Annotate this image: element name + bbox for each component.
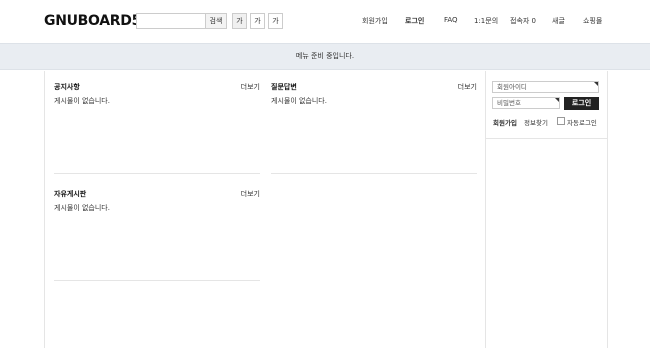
font-small-button[interactable]: 가 (232, 13, 247, 29)
member-id-placeholder: 회원아이디 (497, 83, 527, 91)
board-empty-message: 게시물이 없습니다. (271, 97, 327, 105)
main-content: 공지사항 더보기 게시물이 없습니다. 질문답변 더보기 게시물이 없습니다. … (44, 71, 486, 348)
board-more-link[interactable]: 더보기 (241, 189, 260, 199)
required-marker-icon (555, 98, 559, 102)
auto-login-label[interactable]: 자동로그인 (567, 117, 597, 127)
join-link[interactable]: 회원가입 (493, 117, 517, 127)
nav-login[interactable]: 로그인 (405, 16, 424, 26)
login-button[interactable]: 로그인 (564, 97, 599, 110)
nav-visitors[interactable]: 접속자 0 (510, 16, 536, 26)
password-field[interactable]: 비밀번호 (492, 97, 560, 109)
menu-bar: 메뉴 준비 중입니다. (0, 43, 650, 70)
board-qa: 질문답변 더보기 게시물이 없습니다. (271, 71, 477, 174)
board-empty-message: 게시물이 없습니다. (54, 97, 110, 105)
board-title[interactable]: 공지사항 (54, 82, 80, 92)
site-logo[interactable]: GNUBOARD5 (44, 13, 141, 29)
nav-new-posts[interactable]: 새글 (552, 16, 565, 26)
board-free: 자유게시판 더보기 게시물이 없습니다. (54, 178, 260, 281)
font-medium-button[interactable]: 가 (250, 13, 265, 29)
board-empty-message: 게시물이 없습니다. (54, 204, 110, 212)
nav-faq[interactable]: FAQ (444, 16, 458, 24)
menu-bar-message: 메뉴 준비 중입니다. (295, 52, 355, 60)
member-id-field[interactable]: 회원아이디 (492, 81, 599, 93)
find-info-link[interactable]: 정보찾기 (524, 117, 548, 127)
search-button[interactable]: 검색 (205, 13, 227, 29)
required-marker-icon (594, 82, 598, 86)
board-title[interactable]: 질문답변 (271, 82, 297, 92)
nav-join[interactable]: 회원가입 (362, 16, 388, 26)
board-title[interactable]: 자유게시판 (54, 189, 86, 199)
board-notice: 공지사항 더보기 게시물이 없습니다. (54, 71, 260, 174)
nav-qa[interactable]: 1:1문의 (474, 16, 498, 26)
password-placeholder: 비밀번호 (497, 99, 521, 107)
board-more-link[interactable]: 더보기 (241, 82, 260, 92)
nav-shop[interactable]: 쇼핑몰 (583, 16, 602, 26)
font-large-button[interactable]: 가 (268, 13, 283, 29)
board-more-link[interactable]: 더보기 (458, 82, 477, 92)
auto-login-checkbox[interactable] (557, 117, 565, 125)
search-input[interactable] (136, 13, 206, 29)
